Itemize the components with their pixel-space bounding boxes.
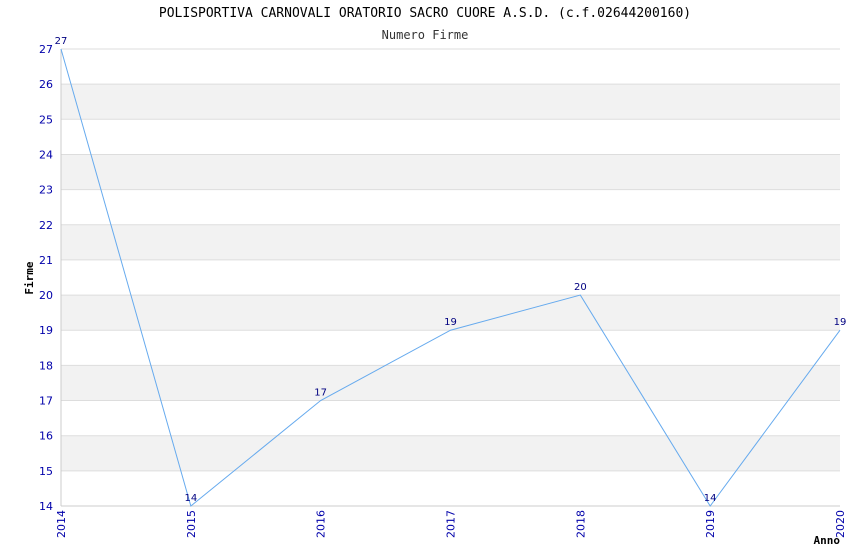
y-tick-label: 22: [39, 219, 53, 232]
x-tick-label: 2019: [704, 510, 717, 538]
grid-band: [61, 224, 840, 260]
y-tick-label: 21: [39, 254, 53, 267]
data-label: 20: [574, 282, 587, 293]
x-tick-label: 2018: [574, 510, 587, 538]
y-tick-label: 15: [39, 465, 53, 478]
grid-band: [61, 330, 840, 366]
line-chart: 1415161718192021222324252627 2014 2015 201…: [23, 36, 847, 547]
data-label: 19: [444, 317, 457, 328]
x-tick-labels: 2014 2015 2016 2017 2018 2019 2020: [55, 510, 847, 538]
y-tick-label: 25: [39, 113, 53, 126]
data-label: 14: [184, 493, 197, 504]
grid-band: [61, 259, 840, 296]
data-label: 17: [314, 388, 327, 399]
x-tick-label: 2015: [185, 510, 198, 538]
x-tick-label: 2014: [55, 510, 68, 538]
y-tick-label: 26: [39, 78, 53, 91]
y-tick-label: 27: [39, 43, 53, 56]
y-tick-label: 23: [39, 184, 53, 197]
grid-band: [61, 154, 840, 190]
data-label: 19: [834, 317, 847, 328]
y-tick-label: 16: [39, 430, 53, 443]
grid-band: [61, 189, 840, 225]
grid-band: [61, 119, 840, 155]
y-tick-label: 18: [39, 359, 53, 372]
x-tick-label: 2016: [315, 510, 328, 538]
data-label: 27: [55, 36, 68, 47]
grid-bands: [61, 49, 840, 506]
grid-band: [61, 435, 840, 471]
x-axis-label: Anno: [814, 534, 841, 547]
grid-band: [61, 400, 840, 436]
grid-band: [61, 49, 840, 85]
y-axis-label: Firme: [23, 261, 36, 294]
y-tick-label: 19: [39, 324, 53, 337]
y-tick-label: 14: [39, 500, 53, 513]
y-tick-label: 24: [39, 148, 53, 161]
grid-band: [61, 84, 840, 120]
y-tick-label: 20: [39, 289, 53, 302]
data-label: 14: [704, 493, 717, 504]
y-tick-labels: 14 15 16 17 18 19 20 21 22 23 24 25 26 27: [39, 43, 53, 513]
y-tick-label: 17: [39, 395, 53, 408]
x-tick-label: 2017: [445, 510, 458, 538]
grid-band: [61, 365, 840, 401]
